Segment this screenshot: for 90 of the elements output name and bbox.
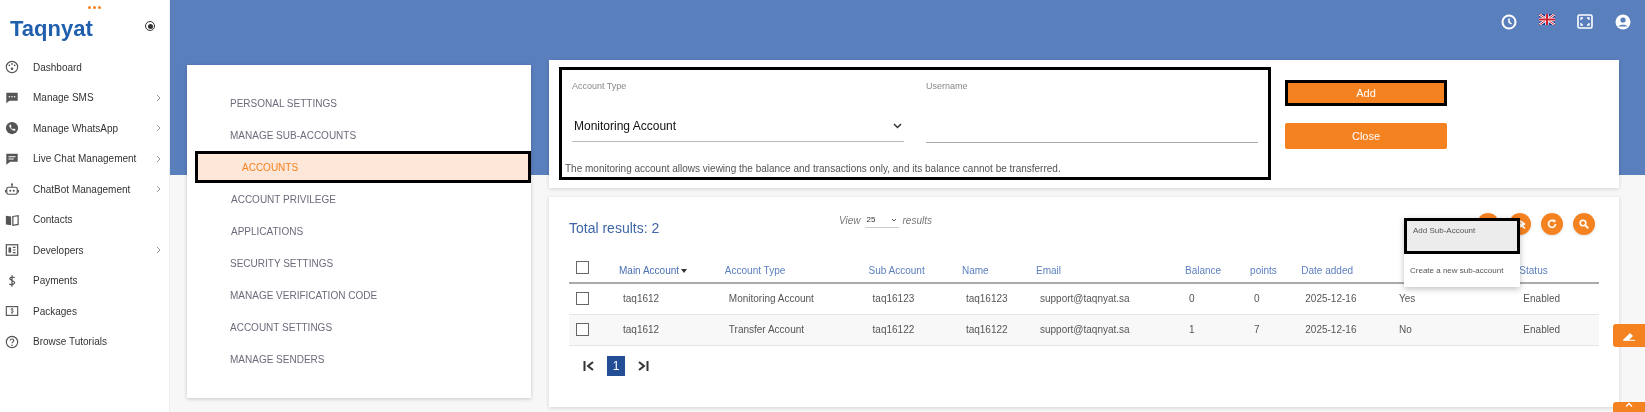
logo-text: Taqnyat xyxy=(10,15,93,41)
table-cell: taq16123 xyxy=(865,283,959,314)
edit-tab-button[interactable] xyxy=(1613,324,1645,347)
table-cell: 7 xyxy=(1247,314,1299,345)
table-cell: taq16122 xyxy=(958,314,1033,345)
column-header[interactable]: Email xyxy=(1035,263,1061,278)
chevron-right-icon xyxy=(156,246,161,255)
chevron-right-icon xyxy=(156,154,161,163)
table-cell: Monitoring Account xyxy=(721,283,866,314)
settings-menu-item[interactable]: MANAGE SENDERS xyxy=(187,343,531,375)
search-icon xyxy=(1579,219,1589,229)
settings-menu-item[interactable]: ACCOUNT PRIVILEGE xyxy=(187,183,531,215)
chat-bubble-icon xyxy=(5,90,19,105)
column-header[interactable]: Date added xyxy=(1301,263,1353,278)
fullscreen-icon[interactable] xyxy=(1577,14,1593,29)
table-cell: taq1612 xyxy=(616,314,722,345)
table-cell: 0 xyxy=(1182,283,1248,314)
settings-menu-item[interactable]: MANAGE VERIFICATION CODE xyxy=(187,279,531,311)
settings-menu-item[interactable]: APPLICATIONS xyxy=(187,215,531,247)
sidebar-item[interactable]: Packages xyxy=(0,296,169,327)
table-cell: 1 xyxy=(1182,314,1248,345)
account-type-description: The monitoring account allows viewing the balance and transactions only, and its balance cannot be transferred. xyxy=(565,161,1062,176)
sidebar-item[interactable]: Dashboard xyxy=(0,52,169,83)
checkbox[interactable] xyxy=(576,261,589,274)
column-header[interactable]: Status xyxy=(1519,263,1548,278)
table-cell: 0 xyxy=(1247,283,1299,314)
search-button[interactable] xyxy=(1573,213,1595,235)
sidebar-item[interactable]: ChatBot Management xyxy=(0,174,169,205)
sort-caret-icon xyxy=(681,268,688,273)
column-header[interactable]: Balance xyxy=(1185,263,1222,278)
sidebar-item[interactable]: Contacts xyxy=(0,204,169,235)
refresh-icon xyxy=(1547,219,1557,229)
refresh-button[interactable] xyxy=(1541,213,1563,235)
table-cell: taq1612 xyxy=(616,283,722,314)
table-cell: support@taqnyat.sa xyxy=(1032,283,1183,314)
column-header[interactable]: Account Type xyxy=(724,263,786,278)
table-cell: No xyxy=(1392,314,1517,345)
sidebar-item[interactable]: Browse Tutorials xyxy=(0,326,169,357)
user-icon[interactable] xyxy=(1615,14,1631,30)
settings-menu-item[interactable]: MANAGE SUB-ACCOUNTS xyxy=(187,119,531,151)
field-label: Account Type xyxy=(572,80,628,93)
chevron-down-icon xyxy=(893,123,902,129)
sidebar-item[interactable]: Developers xyxy=(0,235,169,266)
table-cell: taq16123 xyxy=(958,283,1033,314)
total-results: Total results: 2 xyxy=(569,219,661,238)
page-button[interactable]: 1 xyxy=(607,355,625,376)
sidebar-item[interactable]: Payments xyxy=(0,265,169,296)
settings-menu-item[interactable]: ACCOUNT SETTINGS xyxy=(187,311,531,343)
settings-menu-item[interactable]: SECURITY SETTINGS xyxy=(187,247,531,279)
settings-menu-item[interactable]: PERSONAL SETTINGS xyxy=(187,87,531,119)
first-page-icon xyxy=(583,360,595,371)
uk-flag-icon[interactable] xyxy=(1539,14,1555,25)
sidebar-item[interactable]: Manage WhatsApp xyxy=(0,113,169,144)
clock-icon[interactable] xyxy=(1501,14,1517,30)
sidebar-item[interactable]: Live Chat Management xyxy=(0,143,169,174)
chevron-down-icon xyxy=(890,218,897,222)
checkbox[interactable] xyxy=(576,292,589,306)
book-icon xyxy=(5,212,19,227)
phone-bubble-icon xyxy=(5,121,19,136)
table-cell: Enabled xyxy=(1516,314,1599,345)
message-icon xyxy=(5,151,19,166)
sidebar-item[interactable]: Manage SMS xyxy=(0,82,169,113)
banknote-icon xyxy=(5,304,19,319)
chevron-right-icon xyxy=(156,93,161,102)
table-cell: support@taqnyat.sa xyxy=(1032,314,1183,345)
table-cell: Transfer Account xyxy=(721,314,866,345)
caret-up-icon xyxy=(1625,402,1633,407)
field-label: Username xyxy=(926,80,969,93)
robot-icon xyxy=(5,182,19,197)
menu-item[interactable]: Add Sub-Account xyxy=(1404,218,1520,254)
table-cell: taq16122 xyxy=(865,314,959,345)
logo-dots-icon xyxy=(88,5,101,9)
column-header[interactable]: Sub Account xyxy=(868,263,925,278)
column-header[interactable]: points xyxy=(1250,263,1277,278)
last-page-icon xyxy=(637,360,649,371)
table-cell: 2025-12-16 xyxy=(1298,283,1393,314)
help-icon xyxy=(5,334,19,349)
view-label: View xyxy=(839,214,861,228)
column-header[interactable]: Main Account xyxy=(619,263,688,278)
table-cell: 2025-12-16 xyxy=(1298,314,1393,345)
column-header[interactable]: Name xyxy=(961,263,989,278)
checkbox[interactable] xyxy=(576,323,589,336)
panel-icon xyxy=(5,243,19,258)
results-label: results xyxy=(902,214,932,228)
account-type-select[interactable]: Monitoring Account xyxy=(572,111,904,142)
chevron-right-icon xyxy=(156,185,161,194)
page-size-select[interactable]: 25 xyxy=(864,213,899,228)
gauge-icon xyxy=(5,60,19,75)
chevron-right-icon xyxy=(156,124,161,133)
pencil-icon xyxy=(1622,330,1636,341)
